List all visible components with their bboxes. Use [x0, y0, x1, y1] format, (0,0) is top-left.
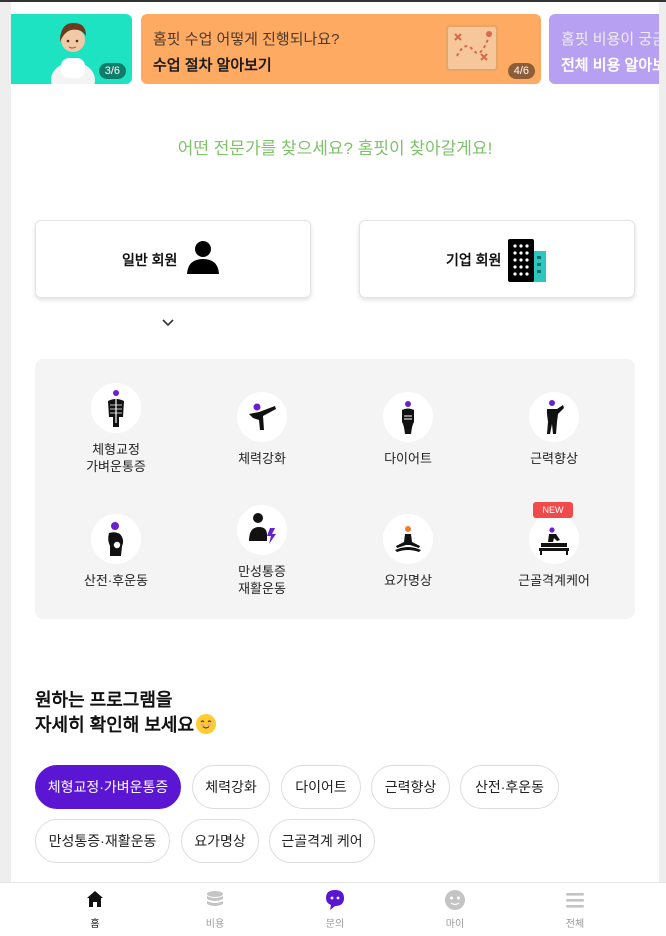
muscle-icon — [547, 400, 564, 434]
category-muscle[interactable]: 근력향상 — [489, 392, 619, 467]
bottom-navigation: 홈 비용 문의 마이 전체 — [0, 882, 666, 936]
banner-slide-3[interactable]: 3/6 — [11, 14, 132, 84]
chip-yoga[interactable]: 요가명상 — [181, 819, 259, 863]
posture-icon — [108, 390, 124, 427]
chip-strength[interactable]: 체력강화 — [192, 765, 270, 809]
banner-pager: 3/6 — [98, 63, 126, 79]
yoga-icon — [395, 526, 421, 552]
face-icon — [445, 890, 465, 910]
tagline: 어떤 전문가를 찾으세요? 홈핏이 찾아갈게요! — [177, 139, 493, 158]
category-label: 체력강화 — [238, 451, 286, 466]
chip-musculoskeletal[interactable]: 근골격계 케어 — [269, 819, 375, 863]
strength-icon — [249, 403, 276, 430]
nav-home[interactable]: 홈 — [35, 889, 155, 930]
category-diet[interactable]: 다이어트 — [343, 392, 473, 467]
category-label: 요가명상 — [384, 573, 432, 588]
banner-subtitle: 홈핏 비용이 궁금 — [561, 31, 659, 48]
corporate-member-label: 기업 회원 — [446, 252, 502, 268]
chronic-pain-icon — [249, 513, 276, 544]
smile-emoji-icon — [196, 714, 217, 734]
banner-slide-4[interactable]: 홈핏 수업 어떻게 진행되나요? 수업 절차 알아보기 4/6 — [141, 14, 541, 84]
nav-my[interactable]: 마이 — [395, 889, 515, 930]
prenatal-icon — [108, 522, 124, 556]
category-label: 다이어트 — [384, 451, 432, 466]
category-label: 산전·후운동 — [83, 573, 149, 588]
category-label: 가벼운통증 — [86, 459, 146, 474]
home-icon — [87, 891, 103, 907]
category-label: 만성통증 — [238, 564, 286, 579]
chip-diet[interactable]: 다이어트 — [281, 765, 361, 809]
chip-chronic-pain[interactable]: 만성통증·재활운동 — [35, 819, 170, 863]
category-musculoskeletal[interactable]: NEW 근골격계케어 — [489, 502, 619, 589]
banner-title: 전체 비용 알아보 — [561, 57, 659, 74]
banner-carousel[interactable]: 3/6 홈핏 수업 어떻게 진행되나요? 수업 절차 알아보기 4/6 홈핏 비… — [11, 14, 659, 84]
nav-cost-label: 비용 — [205, 919, 225, 930]
map-illustration-icon — [446, 25, 498, 71]
home-page: 3/6 홈핏 수업 어떻게 진행되나요? 수업 절차 알아보기 4/6 홈핏 비… — [11, 2, 659, 936]
nav-inquiry-label: 문의 — [325, 919, 345, 930]
corporate-member-card[interactable]: 기업 회원 — [359, 220, 635, 298]
category-label: 근력향상 — [530, 451, 578, 466]
nav-cost[interactable]: 비용 — [155, 889, 275, 930]
chip-muscle[interactable]: 근력향상 — [371, 765, 450, 809]
category-label: 재활운동 — [238, 581, 286, 596]
category-label: 근골격계케어 — [518, 573, 590, 588]
category-strength[interactable]: 체력강화 — [197, 392, 327, 467]
category-chronic-pain[interactable]: 만성통증재활운동 — [197, 505, 327, 597]
menu-icon — [566, 893, 584, 908]
general-member-label: 일반 회원 — [122, 252, 178, 268]
banner-pager: 4/6 — [507, 63, 535, 79]
category-posture[interactable]: 체형교정가벼운통증 — [51, 383, 181, 475]
banner-slide-5[interactable]: 홈핏 비용이 궁금 전체 비용 알아보 — [549, 14, 659, 84]
banner-subtitle: 홈핏 수업 어떻게 진행되나요? — [153, 31, 340, 48]
chevron-down-icon[interactable] — [161, 318, 175, 328]
person-icon — [186, 239, 220, 280]
massage-icon — [539, 527, 569, 555]
category-label: 체형교정 — [92, 442, 140, 457]
building-icon — [506, 239, 548, 288]
nav-all[interactable]: 전체 — [515, 889, 635, 930]
nav-my-label: 마이 — [445, 919, 465, 930]
banner-title: 수업 절차 알아보기 — [153, 57, 272, 74]
program-title-line2: 자세히 확인해 보세요 — [35, 715, 195, 735]
chip-posture[interactable]: 체형교정·가벼운통증 — [35, 765, 181, 809]
coins-icon — [207, 891, 223, 906]
nav-home-label: 홈 — [90, 919, 100, 930]
category-prenatal[interactable]: 산전·후운동 — [51, 514, 181, 589]
category-yoga[interactable]: 요가명상 — [343, 514, 473, 589]
chat-icon — [326, 890, 344, 910]
nav-all-label: 전체 — [565, 919, 585, 930]
program-title-line1: 원하는 프로그램을 — [35, 690, 173, 710]
category-panel: 체형교정 가벼운통증 체력강화 다이어트 근력향상 산전·후운동 만성통증 재활… — [35, 359, 635, 619]
diet-icon — [402, 401, 414, 434]
chip-prenatal[interactable]: 산전·후운동 — [460, 765, 559, 809]
program-section-title: 원하는 프로그램을 자세히 확인해 보세요 — [35, 688, 217, 738]
nav-inquiry[interactable]: 문의 — [275, 889, 395, 930]
general-member-card[interactable]: 일반 회원 — [35, 220, 311, 298]
